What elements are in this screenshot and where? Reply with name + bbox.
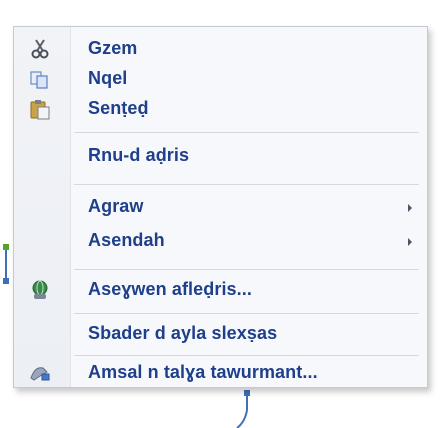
- menu-item-label: Rnu-d aḍris: [88, 145, 190, 165]
- menu-item-label: Sbader d ayla slexṣas: [88, 323, 278, 343]
- menu-item-add-text[interactable]: Rnu-d aḍris: [14, 141, 427, 171]
- menu-item-label: Gzem: [88, 38, 138, 58]
- menu-item-paste[interactable]: Senṭeḍ: [14, 94, 427, 124]
- connector-line-bottom: [236, 390, 250, 428]
- menu-item-label: Asendah: [88, 230, 165, 250]
- menu-item-hyperlink[interactable]: Aseɣwen afleḍris...: [14, 275, 427, 305]
- scissors-icon: [28, 38, 52, 60]
- context-menu: Gzem Nqel Senṭeḍ Rnu-d aḍris Agraw Asend…: [13, 26, 428, 388]
- menu-separator: [74, 269, 419, 270]
- menu-item-label: Aseɣwen afleḍris...: [88, 279, 252, 299]
- menu-separator: [74, 313, 419, 314]
- submenu-arrow-icon: [408, 204, 412, 212]
- menu-item-label: Nqel: [88, 68, 128, 88]
- menu-item-copy[interactable]: Nqel: [14, 64, 427, 94]
- format-shape-icon: [28, 362, 52, 384]
- menu-item-set-as-default[interactable]: Sbader d ayla slexṣas: [14, 319, 427, 349]
- submenu-arrow-icon: [408, 238, 412, 246]
- menu-item-cut[interactable]: Gzem: [14, 34, 427, 64]
- menu-item-label: Amsal n talɣa tawurmant...: [88, 362, 318, 382]
- menu-item-order[interactable]: Asendah: [14, 226, 427, 256]
- menu-item-format-shape[interactable]: Amsal n talɣa tawurmant...: [14, 358, 427, 388]
- menu-item-label: Senṭeḍ: [88, 98, 149, 118]
- paste-icon: [28, 98, 52, 120]
- menu-separator: [74, 184, 419, 185]
- menu-separator: [74, 355, 419, 356]
- menu-separator: [74, 132, 419, 133]
- copy-icon: [28, 68, 52, 90]
- menu-item-label: Agraw: [88, 196, 144, 216]
- menu-item-group[interactable]: Agraw: [14, 192, 427, 222]
- hyperlink-icon: [28, 279, 52, 301]
